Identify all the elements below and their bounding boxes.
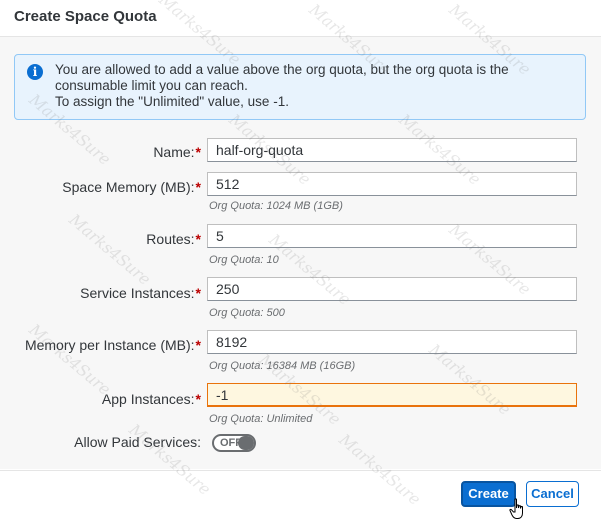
service-instances-label: Service Instances:* bbox=[80, 285, 201, 301]
info-line-2: consumable limit you can reach. bbox=[55, 78, 248, 93]
cancel-button[interactable]: Cancel bbox=[526, 481, 579, 507]
required-marker: * bbox=[195, 391, 201, 407]
routes-label: Routes:* bbox=[146, 231, 201, 247]
routes-hint: Org Quota: 10 bbox=[209, 254, 279, 266]
app-instances-input[interactable]: -1 bbox=[207, 383, 577, 407]
create-button[interactable]: Create bbox=[461, 481, 516, 507]
name-input[interactable]: half-org-quota bbox=[207, 138, 577, 162]
required-marker: * bbox=[195, 285, 201, 301]
app-instances-hint: Org Quota: Unlimited bbox=[209, 413, 313, 425]
switch-knob bbox=[238, 436, 254, 450]
info-icon: i bbox=[27, 64, 43, 80]
info-line-3: To assign the "Unlimited" value, use -1. bbox=[55, 94, 289, 109]
allow-paid-services-switch[interactable]: OFF bbox=[212, 434, 256, 452]
service-instances-input[interactable]: 250 bbox=[207, 277, 577, 301]
memory-per-instance-label: Memory per Instance (MB):* bbox=[24, 337, 201, 353]
required-marker: * bbox=[195, 337, 201, 353]
required-marker: * bbox=[195, 179, 201, 195]
create-space-quota-dialog: Create Space Quota i You are allowed to … bbox=[0, 0, 601, 523]
allow-paid-services-label: Allow Paid Services: bbox=[74, 434, 201, 450]
memory-per-instance-hint: Org Quota: 16384 MB (16GB) bbox=[209, 360, 356, 372]
name-label: Name:* bbox=[153, 144, 201, 160]
dialog-header: Create Space Quota bbox=[0, 0, 601, 37]
required-marker: * bbox=[195, 144, 201, 160]
service-instances-hint: Org Quota: 500 bbox=[209, 307, 285, 319]
routes-input[interactable]: 5 bbox=[207, 224, 577, 248]
info-line-1: You are allowed to add a value above the… bbox=[55, 62, 509, 77]
memory-per-instance-input[interactable]: 8192 bbox=[207, 330, 577, 354]
app-instances-label: App Instances:* bbox=[101, 391, 201, 407]
hand-cursor-icon bbox=[509, 498, 523, 519]
space-memory-input[interactable]: 512 bbox=[207, 172, 577, 196]
space-memory-hint: Org Quota: 1024 MB (1GB) bbox=[209, 200, 343, 212]
dialog-title: Create Space Quota bbox=[14, 8, 157, 25]
info-message-text: You are allowed to add a value above the… bbox=[55, 62, 555, 110]
space-memory-label: Space Memory (MB):* bbox=[62, 179, 201, 195]
required-marker: * bbox=[195, 231, 201, 247]
info-message-strip: i You are allowed to add a value above t… bbox=[14, 54, 586, 120]
